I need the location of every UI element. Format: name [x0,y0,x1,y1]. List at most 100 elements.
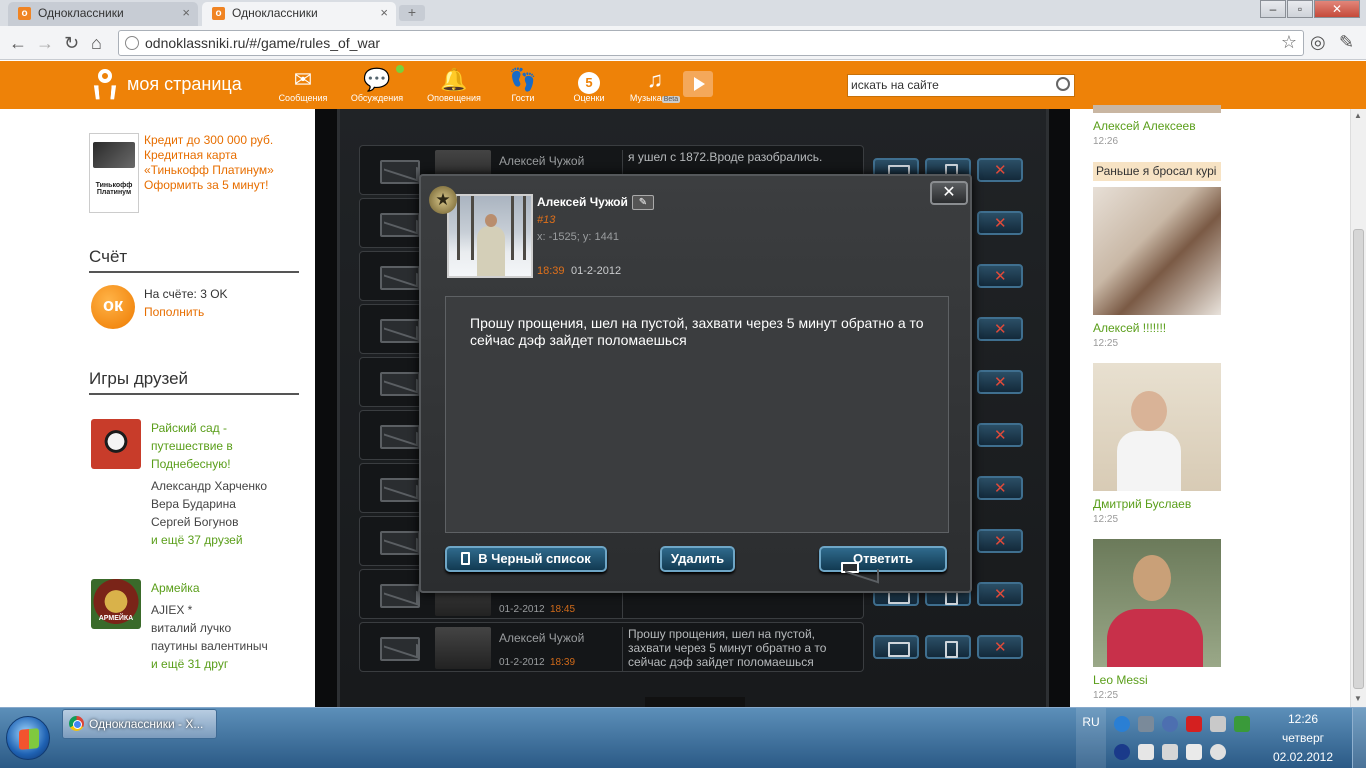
antivirus-icon[interactable] [1186,716,1202,732]
game-title[interactable]: Поднебесную! [151,455,311,473]
music-play-button[interactable] [683,71,713,97]
blacklist-button[interactable]: В Черный список [445,546,607,572]
envelope-icon [380,266,420,290]
game-title[interactable]: Райский сад - [151,419,311,437]
taskbar-chrome-window[interactable]: Одноклассники - Х... [62,709,217,739]
reload-icon[interactable]: ↻ [64,33,79,53]
tray-app-icon[interactable] [1138,716,1154,732]
delete-x-button[interactable] [977,423,1023,447]
search-icon[interactable] [1056,77,1070,91]
language-indicator[interactable]: RU [1076,708,1106,768]
user-status[interactable]: Раньше я бросал курі [1093,162,1221,181]
game-icon[interactable]: АРМЕЙКА [91,579,141,629]
topup-link[interactable]: Пополнить [144,305,204,319]
network-icon[interactable] [1186,744,1202,760]
close-tab-icon[interactable]: × [380,2,388,24]
address-bar[interactable]: odnoklassniki.ru/#/game/rules_of_war ☆ [118,30,1304,56]
message-row[interactable]: Алексей Чужой 01-2-2012 18:39 Прошу прощени… [359,622,1035,672]
reply-mail-button[interactable] [873,635,919,659]
game-title[interactable]: путешествие в [151,437,311,455]
delete-x-button[interactable] [977,476,1023,500]
delete-x-button[interactable] [977,635,1023,659]
odnoklassniki-logo-icon[interactable] [92,69,118,101]
maximize-button[interactable]: ▫ [1287,0,1313,18]
network-app-icon[interactable] [1114,716,1130,732]
back-icon[interactable]: ← [9,33,27,53]
url-text: odnoklassniki.ru/#/game/rules_of_war [145,35,381,51]
volume-icon[interactable] [1210,744,1226,760]
show-desktop-button[interactable] [1352,708,1366,768]
delete-button[interactable]: Удалить [660,546,735,572]
pagination[interactable] [645,697,745,707]
sender-photo[interactable] [447,194,533,278]
game-icon[interactable] [91,419,141,469]
delete-x-button[interactable] [977,158,1023,182]
scrollbar-thumb[interactable] [1353,229,1364,689]
close-window-button[interactable]: ✕ [1314,0,1360,18]
new-tab-button[interactable]: + [399,5,425,21]
tray-app-icon[interactable] [1162,744,1178,760]
envelope-icon [841,562,859,573]
message-row-body[interactable]: Алексей Чужой 01-2-2012 18:39 Прошу прощени… [359,622,864,672]
user-name-link[interactable]: Leo Messi [1093,673,1148,687]
scroll-up-icon[interactable]: ▲ [1354,111,1362,120]
nav-music[interactable]: ♫ Музыка Beta [620,67,690,103]
blacklist-clip-button[interactable] [925,635,971,659]
pencil-edit-icon[interactable]: ✎ [632,195,654,210]
nav-label: Оповещения [427,93,481,103]
tray-app-icon[interactable] [1210,716,1226,732]
more-friends-link[interactable]: и ещё 37 друзей [151,531,311,549]
delete-x-button[interactable] [977,370,1023,394]
nav-notifications[interactable]: 🔔 Оповещения [419,67,489,103]
nav-messages[interactable]: ✉ Сообщения [268,67,338,103]
user-name-link[interactable]: Дмитрий Буслаев [1093,497,1191,511]
game-title[interactable]: Армейка [151,579,311,597]
user-photo[interactable] [1093,187,1221,315]
close-tab-icon[interactable]: × [182,2,190,24]
search-input[interactable] [848,75,1048,95]
bluetooth-icon[interactable] [1114,744,1130,760]
delete-x-button[interactable] [977,211,1023,235]
nav-discussions[interactable]: 💬 Обсуждения [342,65,412,103]
page-info-icon[interactable] [125,36,139,50]
home-icon[interactable]: ⌂ [91,33,102,53]
ad-image[interactable]: Тинькофф Платинум [89,133,139,213]
ad-text[interactable]: Кредит до 300 000 руб. Кредитная карта «… [144,133,304,193]
scroll-down-icon[interactable]: ▼ [1354,694,1362,703]
user-photo[interactable] [1093,539,1221,667]
player-name: Вера Бударина [151,497,236,511]
browser-tab-active[interactable]: o Одноклассники × [202,2,396,26]
right-sidebar: Алексей Алексеев 12:26 Раньше я бросал к… [1070,105,1350,707]
security-check-icon[interactable] [1234,716,1250,732]
delete-x-button[interactable] [977,582,1023,606]
bookmark-star-icon[interactable]: ☆ [1281,32,1297,53]
user-photo[interactable] [1093,363,1221,491]
browser-tab[interactable]: o Одноклассники × [8,2,198,26]
more-friends-link[interactable]: и ещё 31 друг [151,655,311,673]
wrench-menu-icon[interactable]: ✎ [1339,32,1354,53]
reply-button[interactable]: Ответить [819,546,947,573]
start-button[interactable] [6,716,50,760]
extension-icon[interactable]: ◎ [1310,32,1326,53]
delete-x-button[interactable] [977,317,1023,341]
delete-x-button[interactable] [977,529,1023,553]
sender-name[interactable]: Алексей Чужой [537,195,628,209]
user-name-link[interactable]: Алексей !!!!!!! [1093,321,1166,335]
close-dialog-button[interactable]: ✕ [930,181,968,205]
minimize-button[interactable]: – [1260,0,1286,18]
my-page-link[interactable]: моя страница [127,74,242,95]
action-center-icon[interactable] [1138,744,1154,760]
delete-x-button[interactable] [977,264,1023,288]
tray-app-icon[interactable] [1162,716,1178,732]
clock-day: четверг [1282,731,1324,745]
forward-icon[interactable]: → [36,33,54,53]
page-scrollbar[interactable]: ▲ ▼ [1350,109,1366,707]
envelope-icon: ✉ [293,67,313,92]
system-clock[interactable]: 12:26 четверг 02.02.2012 [1268,710,1338,767]
ad-card-caption: Тинькофф Платинум [95,182,133,196]
user-name-link[interactable]: Алексей Алексеев [1093,119,1196,133]
row-sender: Алексей Чужой [499,154,585,168]
nav-ratings[interactable]: 5 Оценки [554,67,624,103]
user-photo[interactable] [1093,105,1221,113]
nav-guests[interactable]: 👣 Гости [488,67,558,103]
